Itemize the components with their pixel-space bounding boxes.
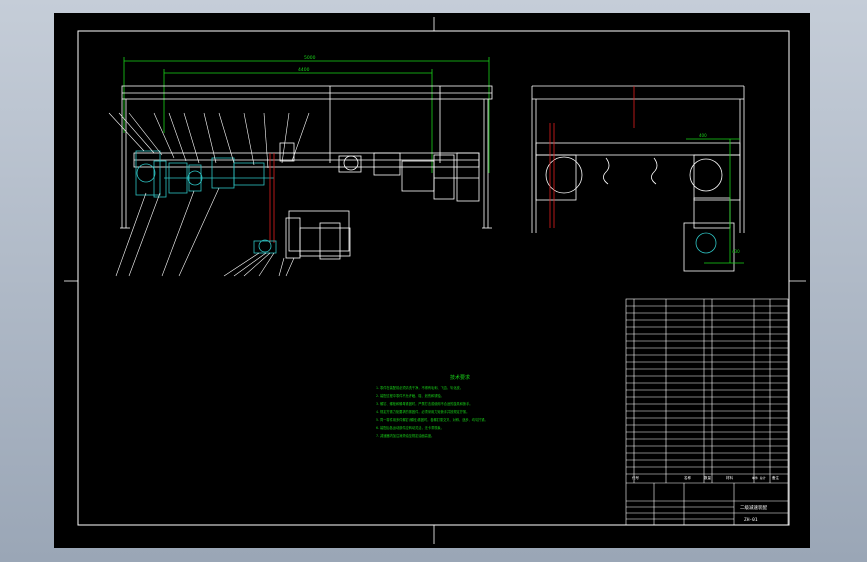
- svg-text:3. 螺钉、螺栓和螺母紧固时，严禁打击或使用不合适的旋具和扳: 3. 螺钉、螺栓和螺母紧固时，严禁打击或使用不合适的旋具和扳手。: [376, 401, 473, 406]
- drawing-sheet: 5000 4400 400 430 技术要求 1. 零件在装配前必须清洗干净，不…: [54, 13, 810, 548]
- svg-text:7. 减速器内加注润滑油至规定油面高度。: 7. 减速器内加注润滑油至规定油面高度。: [376, 433, 434, 438]
- svg-text:1. 零件在装配前必须清洗干净，不得有毛刺、飞边、氧化皮。: 1. 零件在装配前必须清洗干净，不得有毛刺、飞边、氧化皮。: [376, 385, 463, 390]
- side-dimension: 400: [699, 133, 707, 138]
- col-name: 名称: [684, 475, 692, 480]
- parts-list: [625, 298, 789, 526]
- svg-text:5. 同一零件用多件螺钉(螺栓)紧固时，各螺钉需交叉、对称、: 5. 同一零件用多件螺钉(螺栓)紧固时，各螺钉需交叉、对称、逐步、均匀拧紧。: [376, 417, 488, 422]
- svg-text:6. 装配后各运动部件应转动灵活，无卡滞现象。: 6. 装配后各运动部件应转动灵活，无卡滞现象。: [376, 425, 444, 430]
- side-view: [531, 85, 745, 272]
- technical-notes: 技术要求 1. 零件在装配前必须清洗干净，不得有毛刺、飞边、氧化皮。 2. 装配…: [376, 374, 488, 438]
- notes-title: 技术要求: [450, 374, 470, 381]
- drawing-number: ZH-01: [744, 517, 758, 523]
- col-code: 代号: [632, 475, 640, 480]
- overall-dimension: 5000: [304, 55, 316, 61]
- col-material: 材料: [726, 475, 734, 480]
- side-dimension-vertical: 430: [732, 249, 740, 254]
- front-view: [108, 57, 493, 277]
- span-dimension: 4400: [298, 67, 310, 73]
- col-weight: 单件 总计: [752, 475, 766, 480]
- drawing-name: 二级减速装配: [740, 504, 767, 511]
- drawing-border: [77, 30, 790, 526]
- cad-viewport: 5000 4400 400 430 技术要求 1. 零件在装配前必须清洗干净，不…: [0, 0, 867, 562]
- cad-drawing: 5000 4400 400 430 技术要求 1. 零件在装配前必须清洗干净，不…: [64, 17, 806, 544]
- svg-text:2. 装配过程中零件不允许磕、碰、划伤和锈蚀。: 2. 装配过程中零件不允许磕、碰、划伤和锈蚀。: [376, 393, 444, 398]
- col-remark: 备注: [772, 475, 780, 480]
- svg-text:4. 规定拧紧力矩要求的紧固件，必须采用力矩扳手并按规定拧紧: 4. 规定拧紧力矩要求的紧固件，必须采用力矩扳手并按规定拧紧。: [376, 409, 469, 414]
- col-qty: 数量: [704, 475, 712, 480]
